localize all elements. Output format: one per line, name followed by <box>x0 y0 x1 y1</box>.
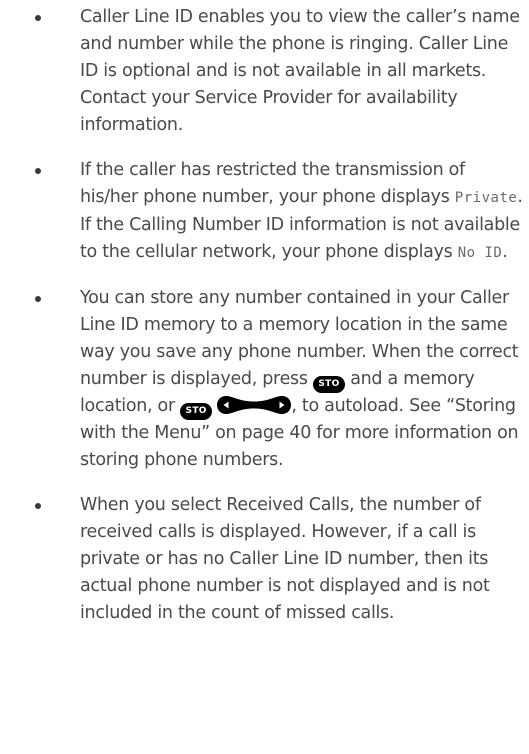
bullet-text: When you select Received Calls, the numb… <box>80 495 490 623</box>
bullet-icon <box>35 15 41 21</box>
list-item-caller-id: Caller Line ID enables you to view the c… <box>34 4 524 139</box>
bullet-icon <box>35 503 41 509</box>
manual-page: Caller Line ID enables you to view the c… <box>0 0 529 754</box>
bullet-icon <box>35 168 41 174</box>
list-item-restricted: If the caller has restricted the transmi… <box>34 157 524 267</box>
display-text-private: Private <box>454 190 518 206</box>
sto-key-icon: STO <box>312 376 345 393</box>
sto-key-icon: STO <box>180 403 213 420</box>
bullet-text: Caller Line ID enables you to view the c… <box>80 7 520 135</box>
list-item-store-number: You can store any number contained in yo… <box>34 285 524 474</box>
left-right-scroll-key-icon <box>217 396 292 414</box>
bullet-list: Caller Line ID enables you to view the c… <box>34 4 524 645</box>
bullet-text-part: If the caller has restricted the transmi… <box>80 160 465 207</box>
list-item-received-calls: When you select Received Calls, the numb… <box>34 492 524 627</box>
display-text-no-id: No ID <box>457 245 503 261</box>
bullet-text-part: . <box>502 242 508 262</box>
bullet-icon <box>35 296 41 302</box>
